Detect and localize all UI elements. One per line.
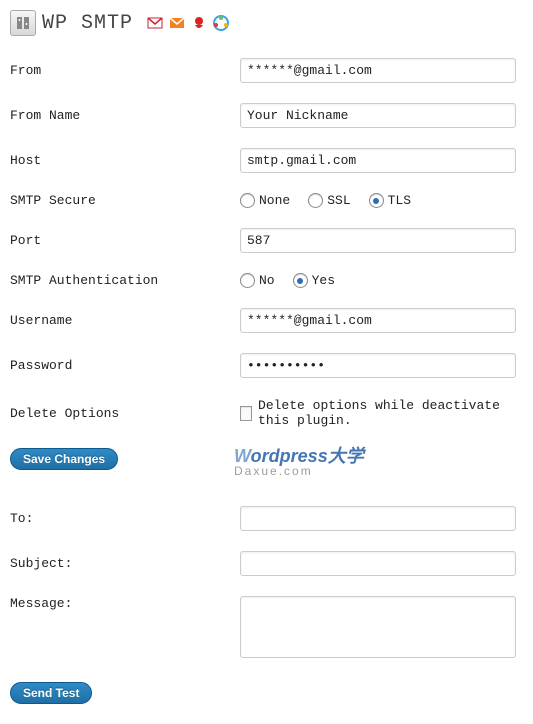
host-label: Host [10,153,240,168]
subject-label: Subject: [10,556,240,571]
port-label: Port [10,233,240,248]
to-label: To: [10,511,240,526]
username-label: Username [10,313,240,328]
gmail-icon[interactable] [147,15,163,31]
smtp-auth-label: SMTP Authentication [10,273,240,288]
from-name-input[interactable] [240,103,516,128]
delete-options-checkbox-label: Delete options while deactivate this plu… [258,398,523,428]
plugin-icon [10,10,36,36]
smtp-secure-tls-radio[interactable] [369,193,384,208]
smtp-auth-no-label: No [259,273,275,288]
smtp-secure-none-radio[interactable] [240,193,255,208]
to-input[interactable] [240,506,516,531]
delete-options-checkbox[interactable] [240,406,252,421]
provider-icon-3[interactable] [191,15,207,31]
save-changes-button[interactable]: Save Changes [10,448,118,470]
smtp-secure-label: SMTP Secure [10,193,240,208]
password-label: Password [10,358,240,373]
from-name-label: From Name [10,108,240,123]
host-input[interactable] [240,148,516,173]
smtp-secure-ssl-label: SSL [327,193,350,208]
smtp-secure-none-label: None [259,193,290,208]
watermark: Wordpress大学 Daxue.com [234,442,364,478]
send-test-button[interactable]: Send Test [10,682,92,704]
password-input[interactable] [240,353,516,378]
delete-options-label: Delete Options [10,406,240,421]
smtp-auth-no-radio[interactable] [240,273,255,288]
smtp-auth-yes-label: Yes [312,273,335,288]
message-input[interactable] [240,596,516,658]
mail-icon[interactable] [169,15,185,31]
message-label: Message: [10,596,240,611]
from-input[interactable] [240,58,516,83]
username-input[interactable] [240,308,516,333]
page-title: WP SMTP [42,12,133,35]
smtp-secure-ssl-radio[interactable] [308,193,323,208]
from-label: From [10,63,240,78]
subject-input[interactable] [240,551,516,576]
smtp-secure-tls-label: TLS [388,193,411,208]
smtp-auth-yes-radio[interactable] [293,273,308,288]
provider-icon-4[interactable] [213,15,229,31]
port-input[interactable] [240,228,516,253]
